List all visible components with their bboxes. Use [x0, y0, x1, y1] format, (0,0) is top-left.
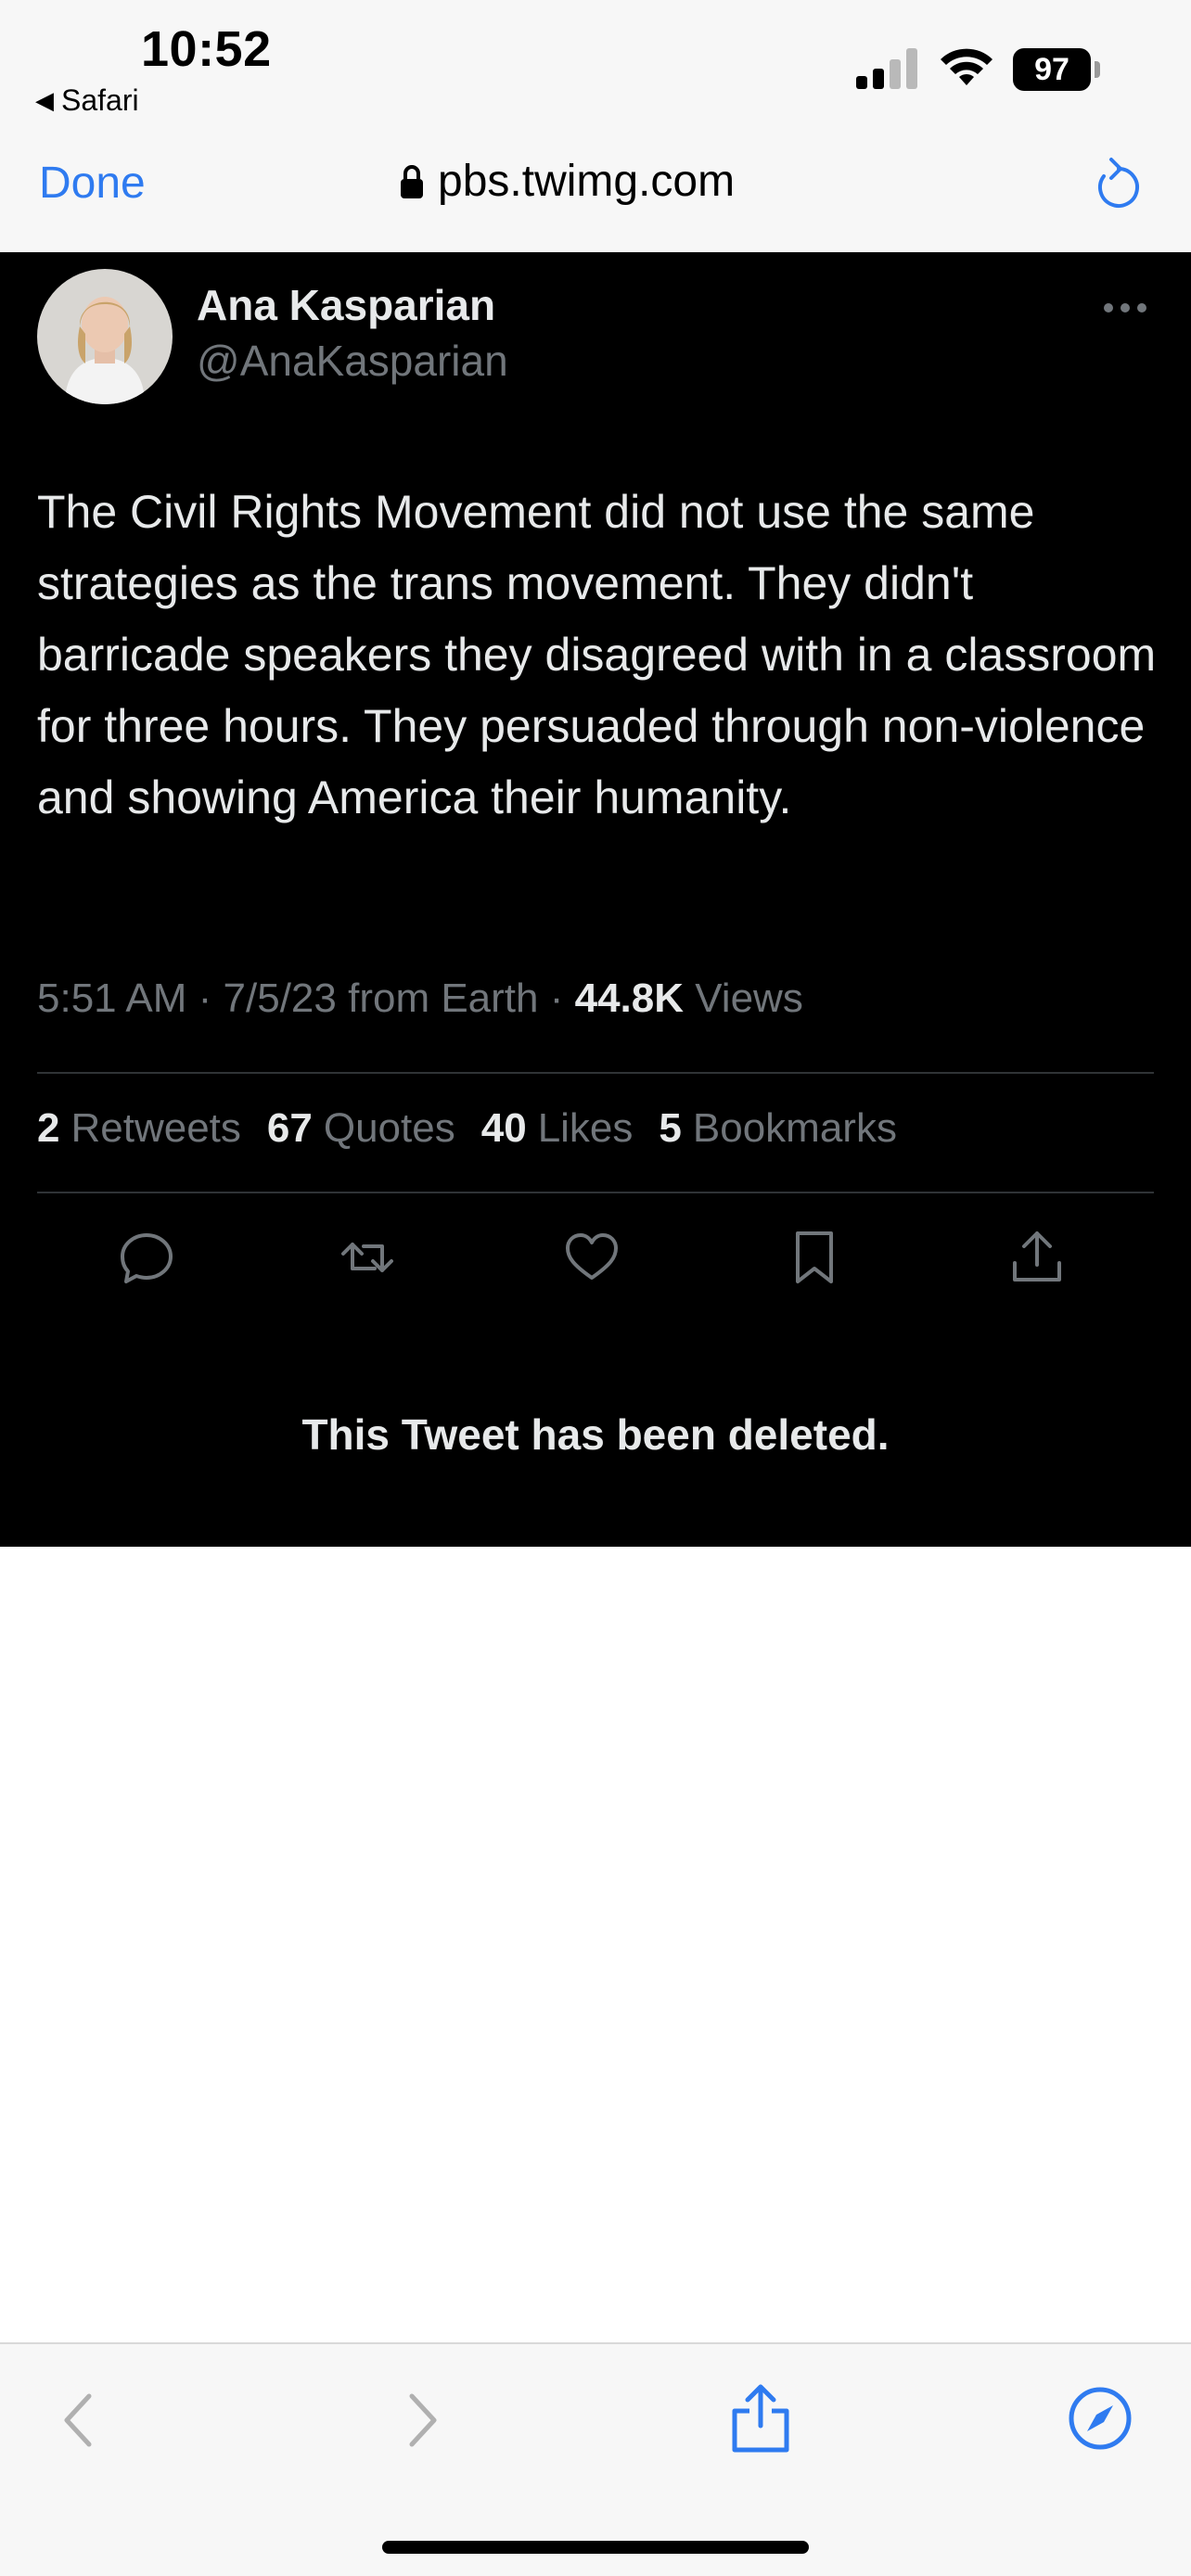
url-text: pbs.twimg.com: [438, 157, 736, 206]
retweet-icon: [341, 1243, 393, 1272]
home-indicator[interactable]: [382, 2541, 809, 2554]
address-bar[interactable]: pbs.twimg.com: [399, 156, 735, 207]
battery-level: 97: [1013, 48, 1091, 91]
avatar: [37, 269, 173, 404]
forward-icon[interactable]: [404, 2391, 442, 2450]
cellular-signal-icon: [856, 48, 917, 89]
views-label: Views: [684, 976, 803, 1021]
done-button[interactable]: Done: [39, 158, 146, 209]
author-name: Ana Kasparian: [197, 281, 496, 329]
more-icon: [1104, 303, 1146, 312]
status-bar: 10:52 ◀ Safari 97: [0, 0, 1191, 139]
wifi-icon: [941, 48, 992, 85]
back-app-label: Safari: [61, 83, 139, 117]
share-icon[interactable]: [727, 2383, 794, 2454]
tweet-meta: 5:51 AM · 7/5/23 from Earth · 44.8K View…: [37, 976, 803, 1022]
stat-likes: 40 Likes: [480, 1105, 634, 1151]
divider: [37, 1192, 1154, 1193]
reply-icon: [121, 1233, 173, 1283]
back-to-safari-link[interactable]: ◀ Safari: [35, 83, 139, 118]
safari-toolbar: [0, 2342, 1191, 2576]
bookmark-icon: [796, 1231, 833, 1283]
reload-icon[interactable]: [1091, 156, 1143, 213]
author-handle: @AnaKasparian: [197, 337, 508, 385]
tweet-stats: 2 Retweets 67 Quotes 40 Likes 5 Bookmarks: [37, 1105, 897, 1152]
tweet-text: The Civil Rights Movement did not use th…: [37, 486, 1157, 823]
heart-icon: [566, 1233, 618, 1280]
tweet-card: Ana Kasparian @AnaKasparian The Civil Ri…: [0, 252, 1191, 1547]
clock: 10:52: [141, 21, 272, 77]
divider: [37, 1072, 1154, 1074]
tweet-timestamp: 5:51 AM · 7/5/23 from Earth ·: [37, 976, 575, 1021]
back-triangle-icon: ◀: [35, 86, 54, 114]
back-icon[interactable]: [59, 2391, 96, 2450]
share-icon: [1013, 1231, 1061, 1282]
stat-retweets: 2 Retweets: [37, 1105, 241, 1151]
safari-nav-bar: Done pbs.twimg.com: [0, 139, 1191, 252]
screen: 10:52 ◀ Safari 97 Done pbs.twimg.com Ana…: [0, 0, 1191, 2576]
views-count: 44.8K: [574, 976, 685, 1021]
battery-icon: 97: [1013, 48, 1102, 91]
stat-quotes: 67 Quotes: [266, 1105, 455, 1151]
deleted-tweet-notice: This Tweet has been deleted.: [301, 1410, 890, 1459]
lock-icon: [401, 164, 423, 198]
stat-bookmarks: 5 Bookmarks: [659, 1105, 897, 1151]
compass-icon[interactable]: [1067, 2385, 1133, 2452]
